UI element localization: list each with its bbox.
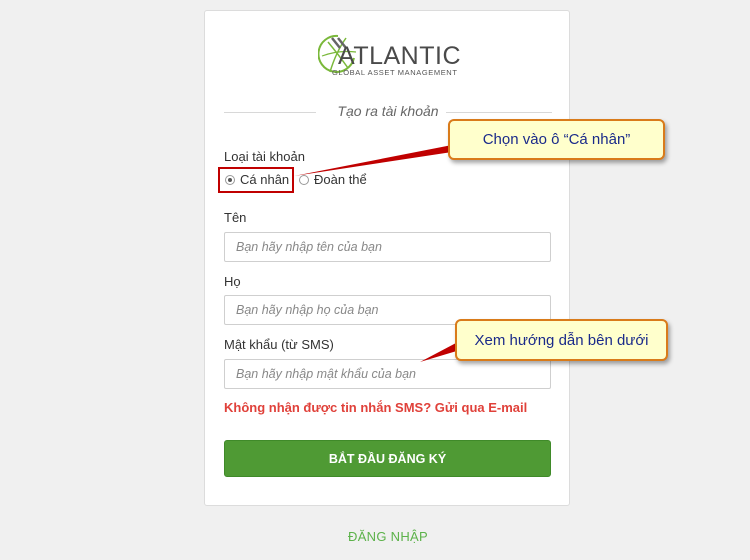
divider-right — [446, 112, 552, 113]
individual-highlight-box — [218, 167, 294, 193]
callout-see-guide: Xem hướng dẫn bên dưới — [455, 319, 668, 361]
radio-corporate[interactable]: Đoàn thể — [299, 172, 367, 187]
password-input[interactable] — [224, 359, 551, 389]
start-signup-button[interactable]: BẮT ĐẦU ĐĂNG KÝ — [224, 440, 551, 477]
first-name-label: Tên — [224, 210, 247, 225]
logo-tagline: GLOBAL ASSET MANAGEMENT — [332, 68, 458, 77]
login-link[interactable]: ĐĂNG NHẬP — [348, 529, 428, 544]
password-label: Mật khẩu (từ SMS) — [224, 337, 334, 352]
last-name-label: Họ — [224, 274, 241, 289]
radio-corporate-label: Đoàn thể — [314, 172, 367, 187]
form-title: Tạo ra tài khoản — [337, 103, 439, 119]
resend-email-link[interactable]: Không nhận được tin nhắn SMS? Gửi qua E-… — [224, 400, 527, 415]
login-wrap: ĐĂNG NHẬP — [330, 528, 446, 546]
logo-brand-text: ATLANTIC — [338, 42, 461, 70]
account-type-label: Loại tài khoản — [224, 149, 305, 164]
radio-corporate-dot[interactable] — [299, 174, 309, 185]
first-name-input[interactable] — [224, 232, 551, 262]
atlantic-logo: ATLANTIC GLOBAL ASSET MANAGEMENT — [318, 28, 461, 82]
callout-choose-individual: Chọn vào ô “Cá nhân” — [448, 119, 665, 160]
